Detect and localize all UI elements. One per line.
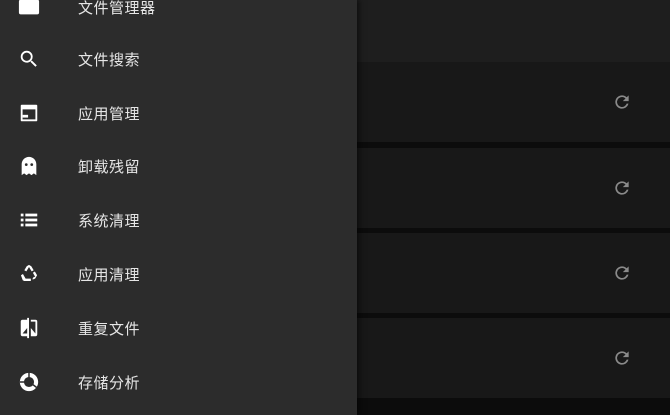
refresh-icon[interactable] bbox=[610, 176, 634, 200]
nav-item-label: 卸载残留 bbox=[78, 157, 141, 176]
refresh-icon[interactable] bbox=[610, 346, 634, 370]
compare-icon bbox=[17, 316, 41, 340]
navigation-drawer: 文件管理器 文件搜索 应用管理 卸载残留 系统清理 应用清理 重复文件 存储分析 bbox=[0, 0, 357, 415]
search-icon bbox=[17, 47, 41, 71]
nav-item-label: 文件搜索 bbox=[78, 50, 141, 69]
nav-item-label: 应用管理 bbox=[78, 104, 141, 123]
nav-item-storage-analysis[interactable]: 存储分析 bbox=[0, 355, 357, 409]
nav-item-label: 重复文件 bbox=[78, 319, 141, 338]
nav-item-file-manager[interactable]: 文件管理器 bbox=[0, 0, 357, 34]
nav-item-label: 存储分析 bbox=[78, 373, 141, 392]
nav-item-duplicate-files[interactable]: 重复文件 bbox=[0, 301, 357, 355]
nav-item-app-clean[interactable]: 应用清理 bbox=[0, 247, 357, 301]
ghost-icon bbox=[17, 154, 41, 178]
nav-item-file-search[interactable]: 文件搜索 bbox=[0, 32, 357, 86]
recycle-icon bbox=[17, 262, 41, 286]
refresh-icon[interactable] bbox=[610, 261, 634, 285]
app-window-icon bbox=[17, 101, 41, 125]
nav-item-uninstall-residue[interactable]: 卸载残留 bbox=[0, 139, 357, 193]
pie-chart-icon bbox=[17, 370, 41, 394]
app-screen: 文件管理器 文件搜索 应用管理 卸载残留 系统清理 应用清理 重复文件 存储分析 bbox=[0, 0, 670, 415]
nav-item-app-manager[interactable]: 应用管理 bbox=[0, 86, 357, 140]
nav-item-label: 系统清理 bbox=[78, 211, 141, 230]
list-icon bbox=[17, 208, 41, 232]
folder-icon bbox=[17, 0, 41, 19]
nav-item-system-clean[interactable]: 系统清理 bbox=[0, 193, 357, 247]
nav-item-label: 应用清理 bbox=[78, 265, 141, 284]
nav-item-label: 文件管理器 bbox=[78, 0, 156, 17]
refresh-icon[interactable] bbox=[610, 90, 634, 114]
